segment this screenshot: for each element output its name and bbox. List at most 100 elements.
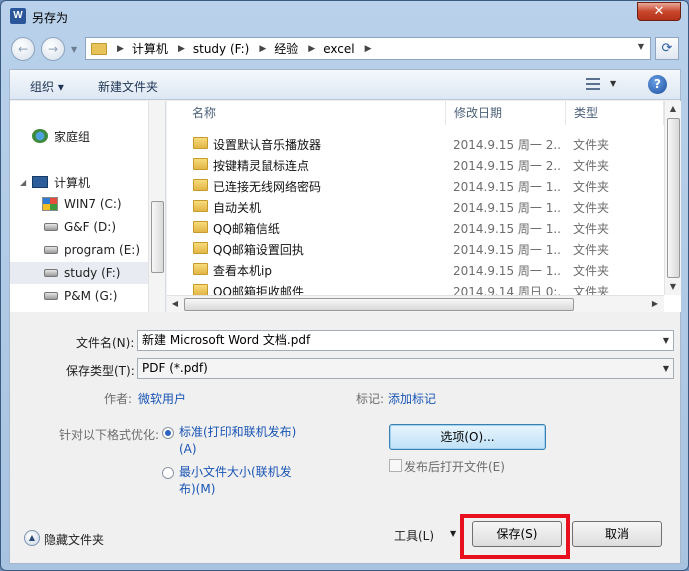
list-item[interactable]: 已连接无线网络密码 2014.9.15 周一 1... 文件夹 [167, 175, 663, 196]
chevron-right-icon[interactable]: ▶ [259, 44, 266, 54]
file-date: 2014.9.14 周日 0:... [453, 285, 561, 295]
file-name: QQ邮箱设置回执 [213, 243, 304, 257]
radio-standard[interactable] [162, 427, 174, 439]
folder-icon [193, 263, 208, 275]
breadcrumb-computer[interactable]: 计算机 [132, 40, 168, 57]
filename-value: 新建 Microsoft Word 文档.pdf [142, 333, 311, 347]
chevron-down-icon[interactable]: ▼ [663, 331, 669, 350]
folder-icon [193, 284, 208, 295]
sidebar-item-homegroup[interactable]: 家庭组 [10, 125, 148, 147]
dialog-body: 组织 ▾ 新建文件夹 ▼ ? 家庭组 ◢ 计算机 WIN7 (C:) G&F (… [9, 69, 681, 564]
chevron-right-icon[interactable]: ▶ [365, 44, 372, 54]
radio-minimum-size[interactable] [162, 467, 174, 479]
sidebar-item-program[interactable]: program (E:) [10, 239, 148, 261]
file-list-horizontal-scrollbar[interactable]: ◀ ▶ [167, 295, 664, 312]
sidebar-item-label: G&F (D:) [64, 220, 117, 234]
sidebar-item-pm[interactable]: P&M (G:) [10, 285, 148, 307]
new-folder-button[interactable]: 新建文件夹 [98, 78, 158, 95]
author-field[interactable]: 微软用户 [138, 390, 186, 407]
sidebar-item-gf[interactable]: G&F (D:) [10, 216, 148, 238]
column-header-type[interactable]: 类型 [566, 101, 664, 125]
scroll-left-icon[interactable]: ◀ [167, 296, 183, 312]
folder-icon [193, 200, 208, 212]
sidebar-item-study[interactable]: study (F:) [10, 262, 148, 284]
options-button[interactable]: 选项(O)... [389, 424, 546, 450]
organize-button[interactable]: 组织 ▾ [30, 78, 64, 95]
chevron-right-icon[interactable]: ▶ [178, 44, 185, 54]
filetype-select[interactable]: PDF (*.pdf) ▼ [137, 358, 674, 379]
file-name: 查看本机ip [213, 264, 272, 278]
filename-field[interactable]: 新建 Microsoft Word 文档.pdf ▼ [137, 330, 674, 351]
navigation-pane: 家庭组 ◢ 计算机 WIN7 (C:) G&F (D:) program (E:… [10, 101, 166, 312]
hide-folders-button[interactable]: 隐藏文件夹 [44, 531, 104, 548]
file-name: 自动关机 [213, 201, 262, 215]
close-button[interactable]: ✕ [637, 2, 681, 21]
recent-pages-dropdown-icon[interactable]: ▼ [71, 45, 77, 54]
view-dropdown-icon[interactable]: ▼ [610, 79, 616, 88]
sidebar-item-computer[interactable]: ◢ 计算机 [10, 171, 148, 193]
sidebar-item-label: program (E:) [64, 243, 141, 257]
open-after-publish-label[interactable]: 发布后打开文件(E) [404, 458, 505, 475]
scrollbar-thumb[interactable] [184, 298, 574, 311]
open-after-publish-checkbox[interactable] [389, 459, 402, 472]
navigation-scrollbar[interactable] [148, 101, 165, 312]
list-item[interactable]: 设置默认音乐播放器 2014.9.15 周一 2... 文件夹 [167, 133, 663, 154]
list-item[interactable]: QQ邮箱信纸 2014.9.15 周一 1... 文件夹 [167, 217, 663, 238]
radio-minimum-size-label[interactable]: 最小文件大小(联机发 [179, 464, 292, 481]
refresh-button[interactable]: ⟳ [655, 37, 679, 60]
forward-button[interactable]: → [41, 37, 65, 61]
list-item[interactable]: 查看本机ip 2014.9.15 周一 1... 文件夹 [167, 259, 663, 280]
chevron-right-icon[interactable]: ▶ [117, 44, 124, 54]
view-options-icon[interactable] [586, 78, 600, 90]
list-item[interactable]: 自动关机 2014.9.15 周一 1... 文件夹 [167, 196, 663, 217]
file-name: 按键精灵鼠标连点 [213, 159, 310, 173]
chevron-down-icon[interactable]: ▼ [663, 359, 669, 378]
chevron-up-icon[interactable]: ▲ [24, 530, 40, 546]
file-name: 设置默认音乐播放器 [213, 138, 322, 152]
file-date: 2014.9.15 周一 2... [453, 159, 561, 173]
breadcrumb-jingyan[interactable]: 经验 [274, 40, 298, 57]
radio-standard-label-accel[interactable]: (A) [179, 441, 197, 458]
address-bar[interactable]: ▶ 计算机 ▶ study (F:) ▶ 经验 ▶ excel ▶ ▼ [85, 37, 651, 60]
author-label: 作者: [104, 392, 133, 406]
save-as-dialog: W 另存为 ✕ ← → ▼ ▶ 计算机 ▶ study (F:) ▶ 经验 ▶ … [0, 0, 689, 571]
breadcrumb-excel[interactable]: excel [323, 42, 354, 56]
scroll-right-icon[interactable]: ▶ [647, 296, 663, 312]
scroll-up-icon[interactable]: ▲ [665, 101, 681, 117]
radio-standard-label[interactable]: 标准(打印和联机发布) [179, 424, 296, 441]
scrollbar-thumb[interactable] [151, 201, 164, 273]
word-app-icon: W [10, 8, 26, 24]
highlight-annotation [460, 514, 570, 559]
file-type: 文件夹 [573, 285, 610, 295]
sidebar-item-win7[interactable]: WIN7 (C:) [10, 193, 148, 215]
scrollbar-thumb[interactable] [667, 118, 680, 278]
collapse-icon[interactable]: ◢ [20, 178, 26, 187]
filetype-label: 保存类型(T): [66, 364, 135, 378]
computer-icon [32, 176, 48, 188]
column-header-name[interactable]: 名称 [184, 101, 446, 125]
chevron-right-icon[interactable]: ▶ [308, 44, 315, 54]
list-item[interactable]: 按键精灵鼠标连点 2014.9.15 周一 2... 文件夹 [167, 154, 663, 175]
radio-minimum-size-label-accel[interactable]: 布)(M) [179, 481, 215, 498]
window-title: 另存为 [32, 11, 69, 25]
list-item[interactable]: QQ邮箱设置回执 2014.9.15 周一 1... 文件夹 [167, 238, 663, 259]
address-row: ← → ▼ ▶ 计算机 ▶ study (F:) ▶ 经验 ▶ excel ▶ … [9, 35, 681, 63]
back-button[interactable]: ← [11, 37, 35, 61]
address-dropdown-icon[interactable]: ▼ [638, 42, 644, 51]
tags-label: 标记: [356, 392, 385, 406]
breadcrumb-study[interactable]: study (F:) [193, 42, 249, 56]
file-list-vertical-scrollbar[interactable]: ▲ ▼ [664, 101, 681, 295]
folder-icon [193, 137, 208, 149]
tools-button[interactable]: 工具(L) [394, 527, 434, 544]
tags-field[interactable]: 添加标记 [388, 390, 436, 407]
drive-icon [44, 246, 58, 254]
file-name: QQ邮箱信纸 [213, 222, 280, 236]
drive-icon [44, 292, 58, 300]
tools-dropdown-icon[interactable]: ▼ [450, 529, 456, 538]
help-icon[interactable]: ? [648, 75, 667, 94]
scroll-down-icon[interactable]: ▼ [665, 279, 681, 295]
cancel-button[interactable]: 取消 [572, 521, 662, 547]
column-header-date[interactable]: 修改日期 [446, 101, 566, 125]
list-item[interactable]: QQ邮箱拒收邮件 2014.9.14 周日 0:... 文件夹 [167, 280, 663, 295]
file-list: 名称 修改日期 类型 设置默认音乐播放器 2014.9.15 周一 2... 文… [167, 101, 681, 312]
